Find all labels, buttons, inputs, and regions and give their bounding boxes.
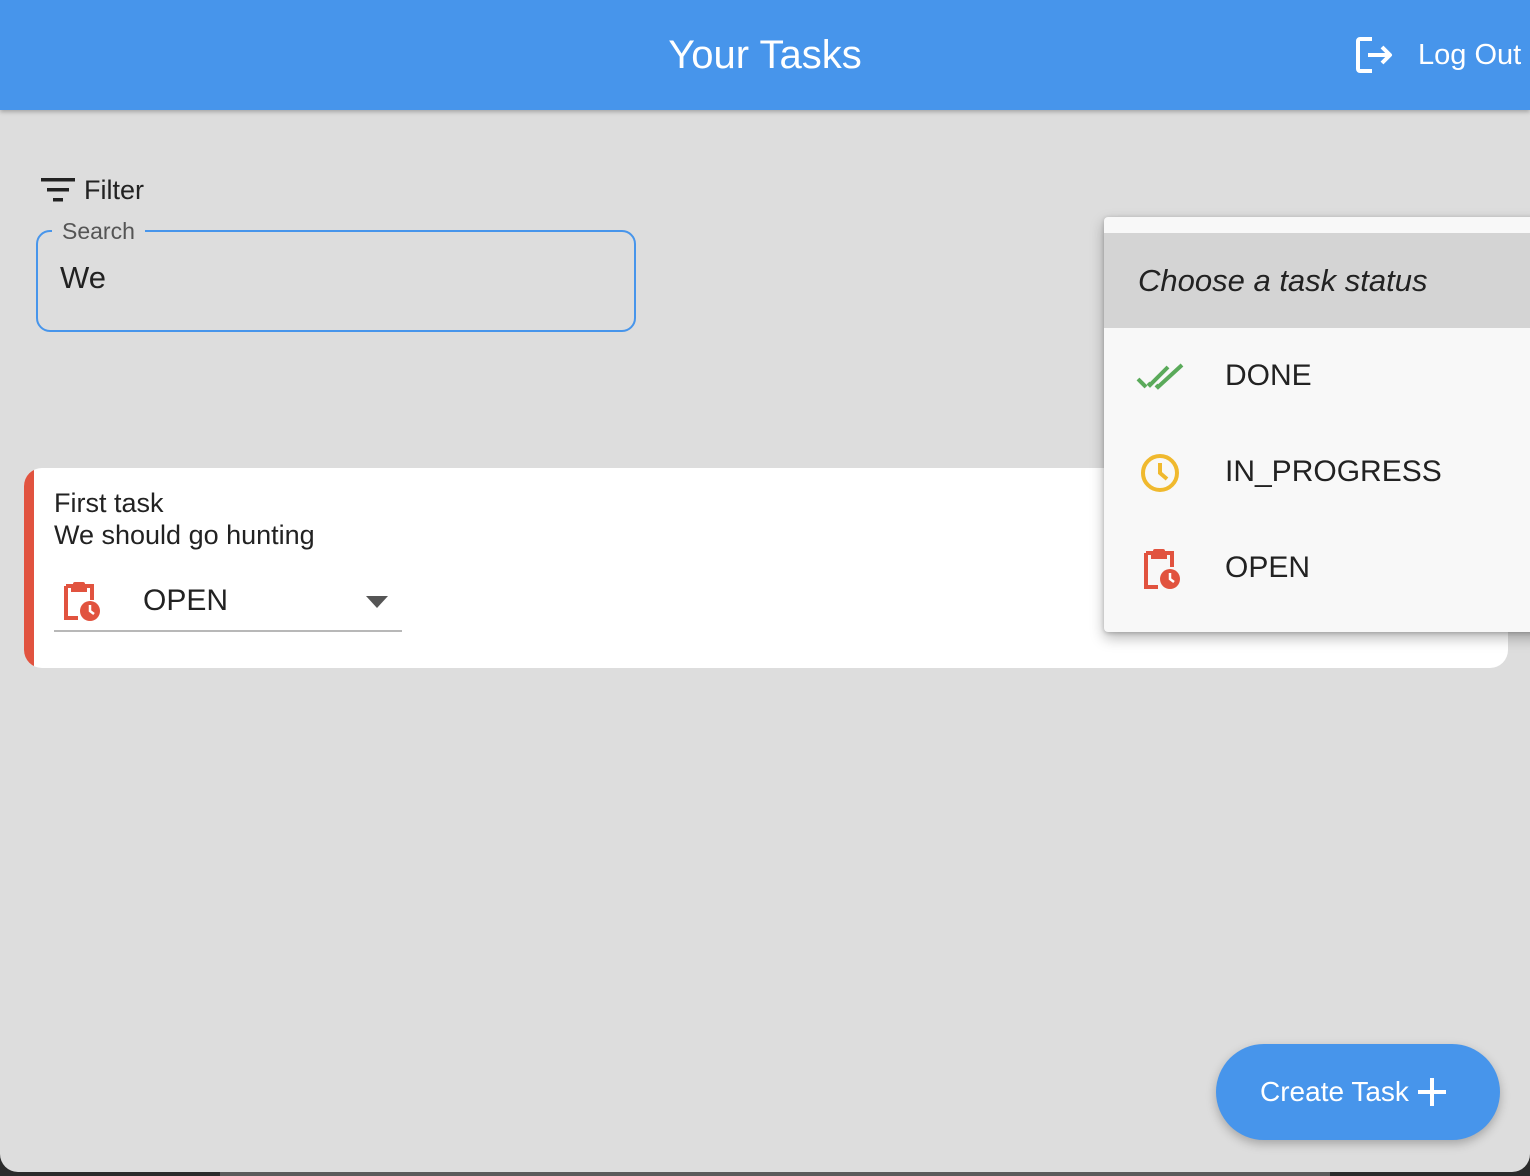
- task-status-label: OPEN: [143, 584, 229, 617]
- page-title: Your Tasks: [668, 33, 862, 77]
- status-option-label: DONE: [1225, 359, 1312, 392]
- plus-icon: [1418, 1078, 1446, 1106]
- app-bar: Your Tasks Log Out: [0, 0, 1530, 110]
- logout-icon: [1356, 37, 1392, 73]
- logout-label: Log Out: [1418, 38, 1522, 71]
- clipboard-clock-icon: [64, 582, 100, 621]
- desktop-background: [220, 1172, 1330, 1176]
- clipboard-clock-icon: [1144, 549, 1180, 589]
- status-option-label: IN_PROGRESS: [1225, 455, 1442, 488]
- status-option-in-progress[interactable]: IN_PROGRESS: [1104, 425, 1530, 521]
- task-status-dropdown[interactable]: OPEN: [54, 572, 402, 632]
- search-field[interactable]: Search: [36, 216, 636, 332]
- status-menu-header: Choose a task status: [1104, 233, 1530, 328]
- status-option-label: OPEN: [1225, 551, 1311, 584]
- status-option-done[interactable]: DONE: [1104, 329, 1530, 425]
- status-stripe: [24, 468, 34, 668]
- status-menu: Choose a task status DONE IN_PROGRESS OP…: [1104, 217, 1530, 632]
- filter-button[interactable]: Filter: [38, 170, 144, 210]
- task-title: First task: [54, 488, 164, 518]
- status-option-open[interactable]: OPEN: [1104, 521, 1530, 617]
- clock-icon: [1141, 454, 1179, 492]
- search-label: Search: [52, 216, 145, 246]
- app-window: Your Tasks Log Out Filter Search First t…: [0, 0, 1530, 1172]
- status-menu-title: Choose a task status: [1138, 263, 1428, 298]
- double-check-icon: [1136, 363, 1184, 390]
- filter-icon: [41, 178, 75, 202]
- filter-label: Filter: [84, 174, 144, 205]
- create-task-label: Create Task: [1260, 1076, 1409, 1107]
- logout-button[interactable]: Log Out: [1350, 30, 1525, 80]
- chevron-down-icon: [366, 596, 388, 608]
- create-task-button[interactable]: Create Task: [1216, 1044, 1500, 1140]
- task-description: We should go hunting: [54, 520, 315, 550]
- search-input[interactable]: [60, 260, 600, 296]
